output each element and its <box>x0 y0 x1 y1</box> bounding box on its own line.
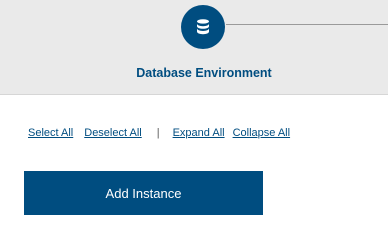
select-all-link[interactable]: Select All <box>28 125 73 141</box>
collapse-all-link[interactable]: Collapse All <box>233 125 290 141</box>
add-instance-button[interactable]: Add Instance <box>24 171 263 215</box>
expand-all-link[interactable]: Expand All <box>173 125 225 141</box>
selection-links: Select All Deselect All | Expand All Col… <box>28 125 290 141</box>
step-progress-bar: Database Environment <box>0 0 388 95</box>
step-connector-line <box>226 24 388 25</box>
step-label: Database Environment <box>136 66 272 80</box>
database-icon <box>194 18 212 36</box>
link-separator: | <box>156 127 160 139</box>
deselect-all-link[interactable]: Deselect All <box>84 125 141 141</box>
step-database-environment[interactable] <box>181 5 225 49</box>
